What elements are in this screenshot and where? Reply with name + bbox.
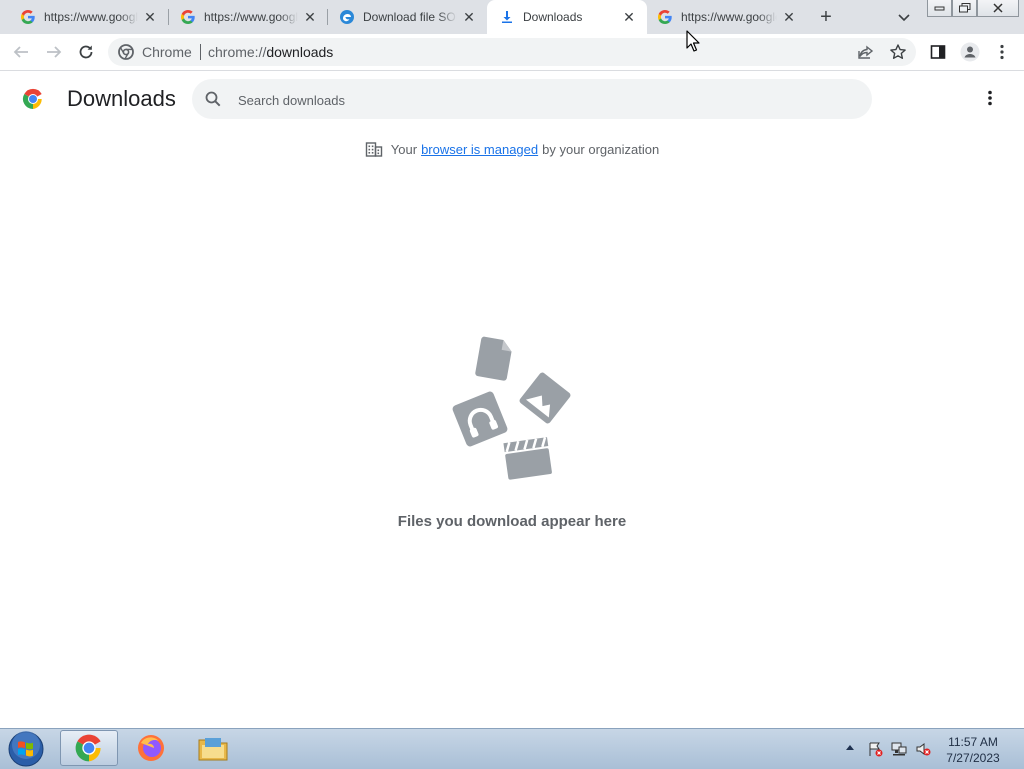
edge-icon <box>339 9 355 25</box>
volume-muted-icon[interactable] <box>915 741 931 757</box>
audio-icon <box>452 391 508 447</box>
search-downloads-field[interactable] <box>192 79 872 121</box>
tab-download-file[interactable]: Download file SOURCES ✕ <box>319 0 487 34</box>
search-downloads-input[interactable] <box>236 79 840 121</box>
system-clock[interactable]: 11:57 AM 7/27/2023 <box>940 734 1006 766</box>
empty-downloads-illustration <box>448 333 576 483</box>
managed-suffix: by your organization <box>542 141 660 157</box>
empty-state-message: Files you download appear here <box>397 513 627 530</box>
document-icon <box>475 336 512 381</box>
image-icon <box>519 372 571 424</box>
downloads-more-actions-icon[interactable] <box>980 88 1000 108</box>
forward-arrow-icon[interactable] <box>44 42 64 62</box>
site-chip-label: Chrome <box>142 44 192 60</box>
google-g-icon <box>180 9 196 25</box>
managed-notice: Your browser is managed by your organiza… <box>0 140 1024 158</box>
tab-google-search-2[interactable]: https://www.google.com/search ✕ <box>160 0 328 34</box>
restore-button[interactable] <box>952 0 977 17</box>
close-tab-icon[interactable]: ✕ <box>781 9 797 25</box>
share-icon[interactable] <box>856 42 876 62</box>
url-scheme: chrome:// <box>208 44 267 60</box>
firefox-icon <box>138 735 164 761</box>
taskbar-file-explorer[interactable] <box>184 730 242 766</box>
chrome-icon <box>75 734 101 762</box>
network-icon[interactable] <box>891 741 907 757</box>
chrome-logo-icon <box>21 87 45 111</box>
url-text[interactable]: chrome://downloads <box>208 44 333 60</box>
mouse-cursor-icon <box>686 30 700 52</box>
clock-date: 7/27/2023 <box>946 751 1000 765</box>
bookmark-star-icon[interactable] <box>888 42 908 62</box>
chip-divider <box>199 44 201 60</box>
side-panel-icon[interactable] <box>928 42 948 62</box>
close-tab-icon[interactable]: ✕ <box>142 9 158 25</box>
profile-avatar-icon[interactable] <box>960 42 980 62</box>
browser-toolbar: Chrome chrome://downloads <box>0 34 1024 71</box>
action-center-flag-icon[interactable] <box>867 741 883 757</box>
building-icon <box>365 140 383 158</box>
page-title: Downloads <box>67 86 176 111</box>
tab-title: https://www.google.com/search <box>681 10 777 24</box>
tab-title: Download file SOURCES <box>363 10 457 24</box>
new-tab-button[interactable]: + <box>816 7 836 27</box>
google-g-icon <box>657 9 673 25</box>
search-icon <box>204 90 222 108</box>
back-arrow-icon[interactable] <box>11 42 31 62</box>
file-explorer-icon <box>198 738 228 761</box>
close-tab-icon[interactable]: ✕ <box>302 9 318 25</box>
taskbar-firefox[interactable] <box>122 730 180 766</box>
tab-google-search-1[interactable]: https://www.google.com/search ✕ <box>0 0 168 34</box>
video-clapper-icon <box>503 437 552 480</box>
show-hidden-icons-icon[interactable] <box>846 745 854 750</box>
windows-logo-icon <box>8 731 44 767</box>
close-window-button[interactable] <box>977 0 1019 17</box>
tab-search-chevron-icon[interactable] <box>896 9 912 25</box>
browser-managed-link[interactable]: browser is managed <box>421 142 538 157</box>
tab-google-search-3[interactable]: https://www.google.com/search ✕ <box>647 0 807 34</box>
tab-downloads[interactable]: Downloads ✕ <box>487 0 647 34</box>
chrome-logo-icon <box>118 44 134 60</box>
minimize-button[interactable] <box>927 0 952 17</box>
clock-time: 11:57 AM <box>948 735 998 749</box>
address-bar[interactable]: Chrome chrome://downloads <box>108 38 916 66</box>
tab-strip: https://www.google.com/search ✕ https://… <box>0 0 1024 34</box>
tab-title: https://www.google.com/search <box>204 10 298 24</box>
download-icon <box>499 9 515 25</box>
chrome-menu-icon[interactable] <box>992 42 1012 62</box>
managed-prefix: Your <box>390 141 418 157</box>
url-host: downloads <box>266 44 334 60</box>
windows-taskbar: 11:57 AM 7/27/2023 <box>0 728 1024 769</box>
close-tab-icon[interactable]: ✕ <box>621 9 637 25</box>
close-tab-icon[interactable]: ✕ <box>461 9 477 25</box>
tab-title: Downloads <box>523 10 583 24</box>
site-chip[interactable]: Chrome <box>118 44 201 60</box>
reload-icon[interactable] <box>76 42 96 62</box>
google-g-icon <box>20 9 36 25</box>
start-button[interactable] <box>4 730 48 768</box>
taskbar-chrome[interactable] <box>60 730 118 766</box>
tab-title: https://www.google.com/search <box>44 10 138 24</box>
